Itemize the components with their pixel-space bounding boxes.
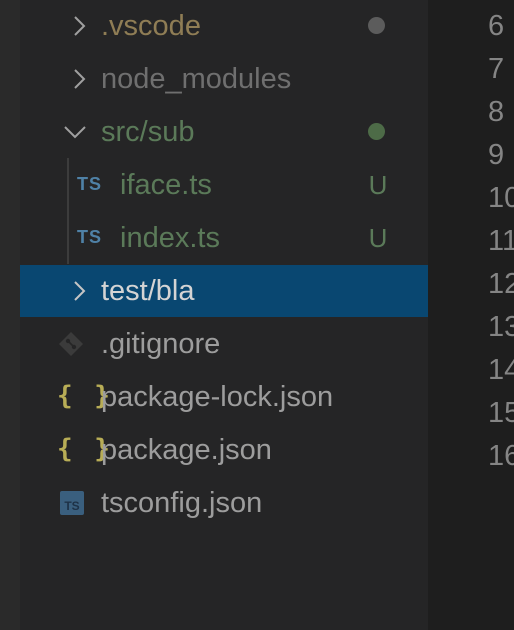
tree-item-label: package-lock.json [101, 381, 334, 413]
explorer-tree: .vscode node_modules src/sub TS iface.ts… [20, 0, 428, 630]
chevron-right-icon [66, 0, 92, 52]
tree-item-label: .vscode [101, 10, 201, 42]
tree-item-tsconfig-json[interactable]: TS tsconfig.json [20, 477, 428, 529]
tree-item-test-bla-folder[interactable]: test/bla [20, 265, 428, 317]
chevron-right-icon [66, 53, 92, 105]
modified-dot-icon [368, 123, 385, 140]
tree-item-label: package.json [101, 434, 272, 466]
tree-item-node-modules-folder[interactable]: node_modules [20, 53, 428, 105]
tree-item-iface-ts[interactable]: TS iface.ts U [20, 159, 428, 211]
tree-item-gitignore[interactable]: .gitignore [20, 318, 428, 370]
tree-item-label: node_modules [101, 63, 292, 95]
activity-bar-edge [0, 0, 20, 630]
untracked-badge: U [368, 170, 388, 200]
editor-gutter: 6 7 8 9 10 11 12 13 14 15 16 [428, 0, 514, 630]
git-icon [57, 330, 85, 358]
untracked-badge: U [368, 223, 388, 253]
tree-item-src-sub-folder[interactable]: src/sub [20, 106, 428, 158]
tree-item-index-ts[interactable]: TS index.ts U [20, 212, 428, 264]
tree-item-vscode-folder[interactable]: .vscode [20, 0, 428, 52]
tree-item-package-json[interactable]: { } package.json [20, 424, 428, 476]
tree-item-label: src/sub [101, 116, 195, 148]
line-number: 16 [488, 440, 514, 472]
chevron-right-icon [66, 265, 92, 317]
vscode-window: .vscode node_modules src/sub TS iface.ts… [0, 0, 514, 630]
modified-dot-icon [368, 17, 385, 34]
tree-item-label: test/bla [101, 275, 195, 307]
tsconfig-icon: TS [58, 489, 86, 517]
tree-item-label: iface.ts [120, 169, 212, 201]
tree-item-package-lock-json[interactable]: { } package-lock.json [20, 371, 428, 423]
tree-item-label: tsconfig.json [101, 487, 263, 519]
typescript-icon: TS [77, 227, 103, 247]
typescript-icon: TS [77, 174, 103, 194]
tree-item-label: .gitignore [101, 328, 221, 360]
tsconfig-icon-text: TS [64, 499, 79, 513]
chevron-down-icon [62, 106, 88, 158]
tree-item-label: index.ts [120, 222, 220, 254]
